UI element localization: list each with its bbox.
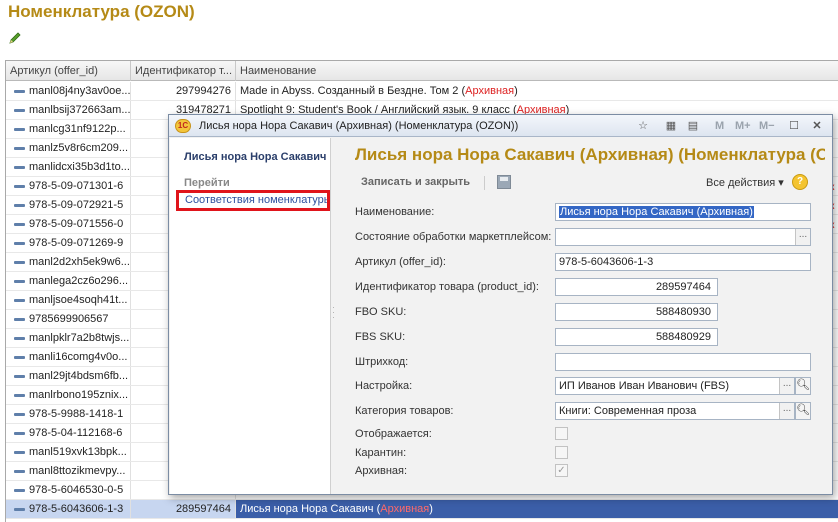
fbo-sku-field[interactable]: 588480930 xyxy=(555,303,718,321)
command-bar: Записать и закрыть Все действия ▾ ? xyxy=(345,171,821,195)
item-row-icon xyxy=(14,299,25,302)
setting-choose-button[interactable]: ... xyxy=(779,378,794,394)
all-actions-menu[interactable]: Все действия ▾ xyxy=(706,176,784,189)
archive-status-text: Архивная xyxy=(380,503,430,515)
fbs-sku-field[interactable]: 588480929 xyxy=(555,328,718,346)
calculator-icon[interactable]: ▦ xyxy=(663,118,679,134)
item-row-icon xyxy=(14,413,25,416)
item-row-icon xyxy=(14,489,25,492)
cell-product-id: 289597464 xyxy=(131,500,236,518)
save-disk-icon[interactable] xyxy=(497,175,511,189)
category-label: Категория товаров: xyxy=(355,405,454,417)
memory-minus-button[interactable]: M− xyxy=(759,115,775,137)
setting-value: ИП Иванов Иван Иванович (FBS) xyxy=(559,380,730,392)
barcode-field[interactable] xyxy=(555,353,811,371)
quarantine-checkbox[interactable] xyxy=(555,446,568,459)
category-choose-button[interactable]: ... xyxy=(779,403,794,419)
calendar-icon[interactable]: ▤ xyxy=(685,118,701,134)
maximize-icon[interactable]: ☐ xyxy=(786,118,802,134)
item-row-icon xyxy=(14,204,25,207)
table-row[interactable]: manl08j4ny3av0oe... 297994276 Made in Abys… xyxy=(6,82,838,101)
item-row-icon xyxy=(14,318,25,321)
navigation-panel: Лисья нора Нора Сакавич (Архивная) Перей… xyxy=(170,138,331,494)
table-row[interactable]: 978-5-6043606-1-3 289597464 Лисья нора Нор… xyxy=(6,500,838,519)
marketplace-state-field[interactable]: ... xyxy=(555,228,811,246)
item-row-icon xyxy=(14,508,25,511)
item-row-icon xyxy=(14,242,25,245)
item-row-icon xyxy=(14,261,25,264)
column-header-name[interactable]: Наименование xyxy=(236,61,838,81)
quarantine-label: Карантин: xyxy=(355,447,407,459)
product-id-field[interactable]: 289597464 xyxy=(555,278,718,296)
nav-goto-heading: Перейти xyxy=(184,177,230,189)
offer-id-field[interactable]: 978-5-6043606-1-3 xyxy=(555,253,811,271)
shown-label: Отображается: xyxy=(355,428,432,440)
app-logo-icon: 1C xyxy=(175,119,191,133)
choose-button[interactable]: ... xyxy=(795,229,810,245)
cell-name: Лисья нора Нора Сакавич (Архивная) xyxy=(236,500,836,518)
item-row-icon xyxy=(14,394,25,397)
category-value: Книги: Современная проза xyxy=(559,405,697,417)
name-field[interactable]: Лисья нора Нора Сакавич (Архивная) xyxy=(555,203,811,221)
item-row-icon xyxy=(14,280,25,283)
item-name-text: Made in Abyss. Созданный в Бездне. Том 2… xyxy=(240,85,466,97)
close-icon[interactable]: ✕ xyxy=(809,118,825,134)
window-titlebar[interactable]: 1C Лисья нора Нора Сакавич (Архивная) (Н… xyxy=(169,115,832,137)
item-row-icon xyxy=(14,128,25,131)
item-row-icon xyxy=(14,109,25,112)
marketplace-state-label: Состояние обработки маркетплейсом: xyxy=(355,231,552,243)
column-header-article[interactable]: Артикул (offer_id) xyxy=(6,61,131,81)
item-row-icon xyxy=(14,166,25,169)
cell-name: Made in Abyss. Созданный в Бездне. Том 2… xyxy=(236,82,836,100)
item-row-icon xyxy=(14,451,25,454)
item-row-icon xyxy=(14,90,25,93)
item-row-icon xyxy=(14,470,25,473)
setting-field[interactable]: ИП Иванов Иван Иванович (FBS)... xyxy=(555,377,795,395)
archive-checkbox[interactable]: ✓ xyxy=(555,464,568,477)
fbs-sku-label: FBS SKU: xyxy=(355,331,406,343)
name-label: Наименование: xyxy=(355,206,435,218)
fbo-sku-label: FBO SKU: xyxy=(355,306,407,318)
closing-paren-text: ) xyxy=(429,503,433,515)
toolbar-separator xyxy=(484,176,485,190)
window-title: Лисья нора Нора Сакавич (Архивная) (Номе… xyxy=(199,120,519,132)
item-row-icon xyxy=(14,356,25,359)
category-field[interactable]: Книги: Современная проза... xyxy=(555,402,795,420)
nav-item-main[interactable]: Лисья нора Нора Сакавич (Архивная) xyxy=(184,151,329,163)
item-row-icon xyxy=(14,337,25,340)
item-form-window: 1C Лисья нора Нора Сакавич (Архивная) (Н… xyxy=(168,114,833,495)
item-row-icon xyxy=(14,432,25,435)
nav-link-nomenclature-mapping[interactable]: Соответствия номенклатуры xyxy=(176,190,330,211)
memory-plus-button[interactable]: M+ xyxy=(735,115,751,137)
closing-paren-text: ) xyxy=(514,85,518,97)
save-and-close-button[interactable]: Записать и закрыть xyxy=(361,176,470,188)
page-title: Номенклатура (OZON) xyxy=(8,2,195,21)
item-row-icon xyxy=(14,185,25,188)
item-row-icon xyxy=(14,223,25,226)
archive-status-text: Архивная xyxy=(465,85,515,97)
memory-m-button[interactable]: M xyxy=(715,115,724,137)
table-header: Артикул (offer_id) Идентификатор т... На… xyxy=(6,61,838,81)
setting-label: Настройка: xyxy=(355,380,413,392)
offer-id-label: Артикул (offer_id): xyxy=(355,256,446,268)
item-row-icon xyxy=(14,375,25,378)
help-icon[interactable]: ? xyxy=(792,174,808,190)
setting-open-search-icon[interactable]: 🔍︎ xyxy=(795,377,811,395)
edit-pencil-icon[interactable] xyxy=(8,31,22,45)
archive-label: Архивная: xyxy=(355,465,408,477)
barcode-label: Штрихкод: xyxy=(355,356,409,368)
column-header-product-id[interactable]: Идентификатор т... xyxy=(131,61,236,81)
product-id-label: Идентификатор товара (product_id): xyxy=(355,281,539,293)
panel-splitter[interactable]: · · · xyxy=(332,303,335,322)
form-title: Лисья нора Нора Сакавич (Архивная) (Номе… xyxy=(355,145,825,164)
category-open-search-icon[interactable]: 🔍︎ xyxy=(795,402,811,420)
name-field-value: Лисья нора Нора Сакавич (Архивная) xyxy=(559,206,754,218)
item-name-text: Лисья нора Нора Сакавич ( xyxy=(240,503,381,515)
cell-product-id: 297994276 xyxy=(131,82,236,100)
item-row-icon xyxy=(14,147,25,150)
shown-checkbox[interactable] xyxy=(555,427,568,440)
favorite-star-icon[interactable]: ☆ xyxy=(635,118,651,134)
